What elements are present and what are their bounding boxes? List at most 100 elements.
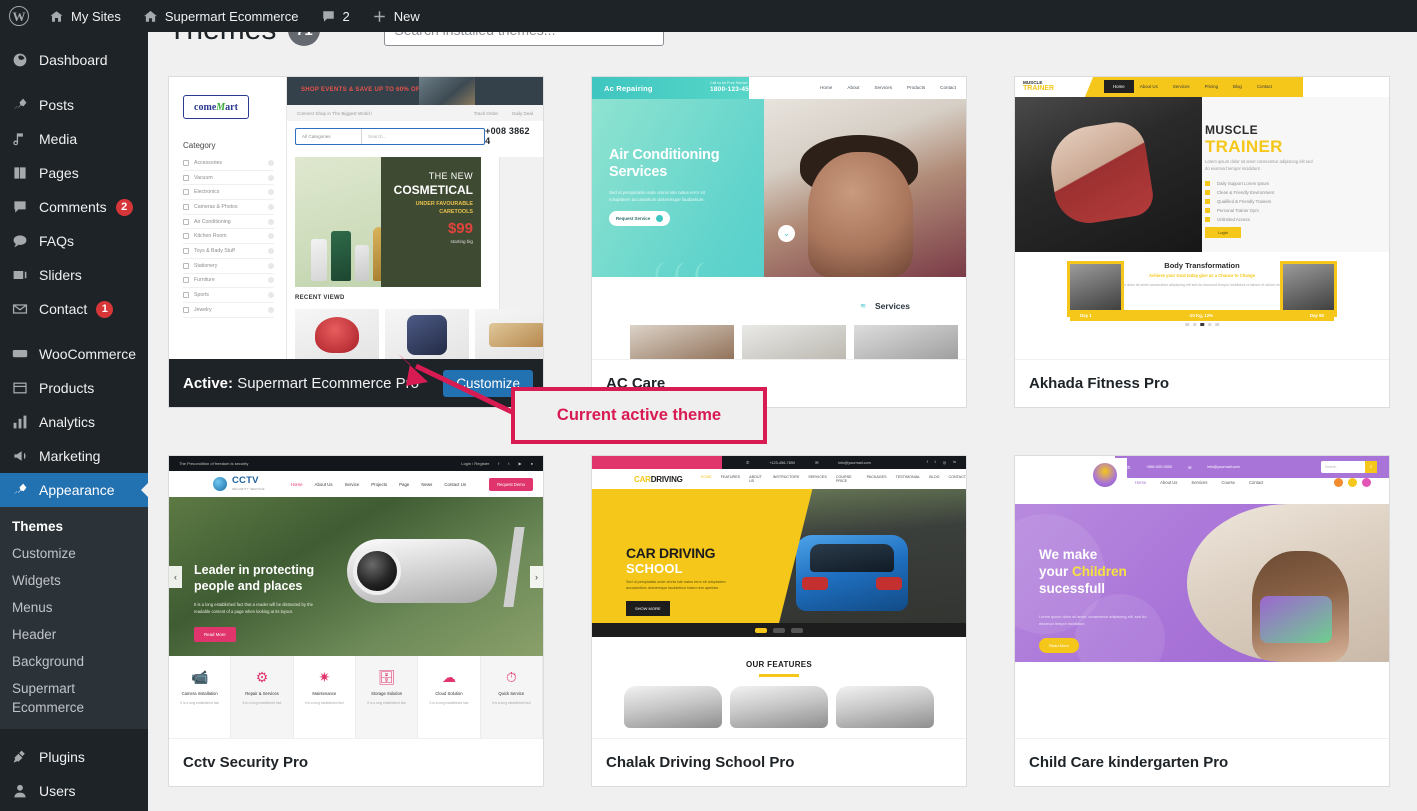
- preview-logo: Ac Repairing: [604, 83, 653, 93]
- search-themes-input[interactable]: [384, 32, 665, 46]
- main-content: Themes 71 comeMart Category Accessories …: [148, 32, 1417, 811]
- sidebar-item-media[interactable]: Media: [0, 122, 148, 156]
- page-header: Themes 71: [148, 32, 1417, 46]
- instagram-icon: ◎: [942, 461, 947, 465]
- user-icon: ●: [530, 461, 533, 466]
- preview-subtext: It is a long established fact that a rea…: [194, 602, 313, 614]
- theme-preview-cctv: The Precondition of freedom is security …: [169, 456, 543, 738]
- submenu-item-supermart-ecommerce[interactable]: Supermart Ecommerce: [0, 675, 148, 721]
- facebook-icon: f: [498, 461, 500, 466]
- sidebar-item-label: Users: [39, 783, 76, 799]
- theme-preview-akhada: MUSCLE TRAINER Home About Us Services Pr…: [1015, 77, 1389, 359]
- admin-bar-comment-count: 2: [342, 8, 350, 24]
- preview-feature: ✷ Maintenance It is a long established f…: [294, 656, 356, 738]
- sidebar-item-comments[interactable]: Comments 2: [0, 190, 148, 224]
- sidebar-item-plugins[interactable]: Plugins: [0, 740, 148, 774]
- theme-screenshot[interactable]: come Mart Category Accessories Vacuum Ele…: [169, 77, 543, 359]
- preview-category-item: Electronics: [183, 185, 274, 201]
- slider-next-icon: ›: [530, 565, 543, 588]
- preview-recent-title: RECENT VIEWD: [295, 295, 345, 301]
- preview-category-item: Jewelry: [183, 303, 274, 318]
- posts-icon: [10, 97, 30, 113]
- preview-category-item: Air Conditioning: [183, 215, 274, 230]
- preview-slider-dots: [1185, 322, 1219, 326]
- preview-menu: HOME FEATURES ABOUT US INSTRUCTORS SERVI…: [700, 475, 966, 483]
- theme-title: Chalak Driving School Pro: [592, 738, 966, 786]
- sidebar-item-woocommerce[interactable]: WooCommerce: [0, 337, 148, 371]
- mail-icon: ✉: [1188, 465, 1192, 470]
- preview-car-image: [796, 535, 908, 611]
- admin-bar-item-comments[interactable]: 2: [310, 0, 361, 32]
- preview-headline: Leader in protecting people and places: [194, 563, 315, 593]
- preview-sidebar: come Mart Category Accessories Vacuum Ele…: [169, 77, 287, 359]
- preview-headline-2: SCHOOL: [626, 561, 683, 576]
- preview-hero: We make your Children sucessfull Lorem i…: [1015, 504, 1389, 662]
- preview-cta-button: Read More: [194, 627, 236, 642]
- admin-bar-label: Supermart Ecommerce: [164, 8, 299, 24]
- theme-card-akhada-fitness-pro[interactable]: MUSCLE TRAINER Home About Us Services Pr…: [1014, 76, 1390, 408]
- sidebar-item-dashboard[interactable]: Dashboard: [0, 43, 148, 77]
- themes-grid: come Mart Category Accessories Vacuum Ele…: [148, 56, 1417, 787]
- preview-category-item: Furniture: [183, 274, 274, 289]
- theme-screenshot[interactable]: MUSCLE TRAINER Home About Us Services Pr…: [1015, 77, 1389, 359]
- preview-category-title: Category: [183, 141, 216, 150]
- preview-menu: Home About Us Services Course Contact: [1135, 480, 1264, 485]
- theme-screenshot[interactable]: The Precondition of freedom is security …: [169, 456, 543, 738]
- sidebar-item-marketing[interactable]: Marketing: [0, 439, 148, 473]
- sidebar-item-pages[interactable]: Pages: [0, 156, 148, 190]
- sidebar-item-analytics[interactable]: Analytics: [0, 405, 148, 439]
- sidebar-item-label: FAQs: [39, 233, 75, 249]
- scroll-down-icon: ⌄: [778, 225, 795, 242]
- theme-screenshot[interactable]: Ac Repairing Call us for Free Service 18…: [592, 77, 966, 359]
- sidebar-item-label: Contact: [39, 301, 88, 317]
- preview-category-item: Cameras & Photos: [183, 200, 274, 215]
- wordpress-logo-button[interactable]: W: [0, 0, 38, 32]
- submenu-item-customize[interactable]: Customize: [0, 540, 148, 567]
- preview-topbar: The Precondition of freedom is security …: [169, 456, 543, 471]
- admin-bar-item-new[interactable]: New: [361, 0, 431, 32]
- submenu-item-menus[interactable]: Menus: [0, 594, 148, 621]
- preview-utility-bar: Connect Shop in The Biggest World ! Trac…: [287, 105, 543, 121]
- comments-count-badge: 2: [115, 198, 133, 216]
- preview-headline: We make your Children sucessfull: [1039, 547, 1127, 596]
- theme-card-cctv-security-pro[interactable]: The Precondition of freedom is security …: [168, 455, 544, 787]
- preview-feature: ⚙ Repair & Services It is a long establi…: [231, 656, 294, 738]
- sidebar-item-users[interactable]: Users: [0, 774, 148, 808]
- preview-cta-button: Request Service: [609, 211, 671, 226]
- theme-card-child-care-kindergarten-pro[interactable]: ✆ +880-000-0000 ✉ info@yourmail.com Sear…: [1014, 455, 1390, 787]
- theme-card-chalak-driving-school-pro[interactable]: ✆ +123-456-7890 ✉ info@yourmail.com f t …: [591, 455, 967, 787]
- preview-search-box: All Categories Search...: [295, 127, 486, 145]
- theme-screenshot[interactable]: ✆ +123-456-7890 ✉ info@yourmail.com f t …: [592, 456, 966, 738]
- theme-screenshot[interactable]: ✆ +880-000-0000 ✉ info@yourmail.com Sear…: [1015, 456, 1389, 738]
- admin-bar-item-site-name[interactable]: Supermart Ecommerce: [132, 0, 310, 32]
- theme-card-ac-care[interactable]: Ac Repairing Call us for Free Service 18…: [591, 76, 967, 408]
- menu-spacer: [0, 326, 148, 337]
- sidebar-item-faqs[interactable]: FAQs: [0, 224, 148, 258]
- sidebar-item-appearance[interactable]: Appearance: [0, 473, 148, 507]
- submenu-item-header[interactable]: Header: [0, 621, 148, 648]
- preview-headline: Air Conditioning Services: [609, 147, 720, 180]
- preview-logo: [1083, 458, 1127, 492]
- admin-bar-item-my-sites[interactable]: My Sites: [38, 0, 132, 32]
- sidebar-item-products[interactable]: Products: [0, 371, 148, 405]
- preview-hero: CAR DRIVING SCHOOL Sed ut perspiciatis u…: [592, 489, 966, 637]
- theme-title: Akhada Fitness Pro: [1015, 359, 1389, 407]
- cloud-icon: ☁: [441, 669, 456, 685]
- slider-prev-icon: ‹: [169, 565, 182, 588]
- submenu-item-widgets[interactable]: Widgets: [0, 567, 148, 594]
- theme-preview-childcare: ✆ +880-000-0000 ✉ info@yourmail.com Sear…: [1015, 456, 1389, 738]
- theme-card-supermart-ecommerce-pro[interactable]: come Mart Category Accessories Vacuum Ele…: [168, 76, 544, 408]
- submenu-item-background[interactable]: Background: [0, 648, 148, 675]
- preview-navbar: Ac Repairing Call us for Free Service 18…: [592, 77, 966, 99]
- preview-category-item: Accessories: [183, 156, 274, 171]
- sidebar-item-posts[interactable]: Posts: [0, 88, 148, 122]
- sites-icon: [49, 9, 64, 24]
- preview-bullets: Daily Support Lorem Ipsum Clean & Friend…: [1205, 179, 1274, 224]
- preview-photo: [1015, 97, 1202, 252]
- gear-icon: ⚙: [255, 669, 269, 685]
- preview-headline-1: MUSCLE: [1205, 123, 1259, 137]
- submenu-item-themes[interactable]: Themes: [0, 513, 148, 540]
- sidebar-item-contact[interactable]: Contact 1: [0, 292, 148, 326]
- sidebar-item-sliders[interactable]: Sliders: [0, 258, 148, 292]
- preview-menu: Home About Us Services Pricing Blog Cont…: [1104, 79, 1272, 93]
